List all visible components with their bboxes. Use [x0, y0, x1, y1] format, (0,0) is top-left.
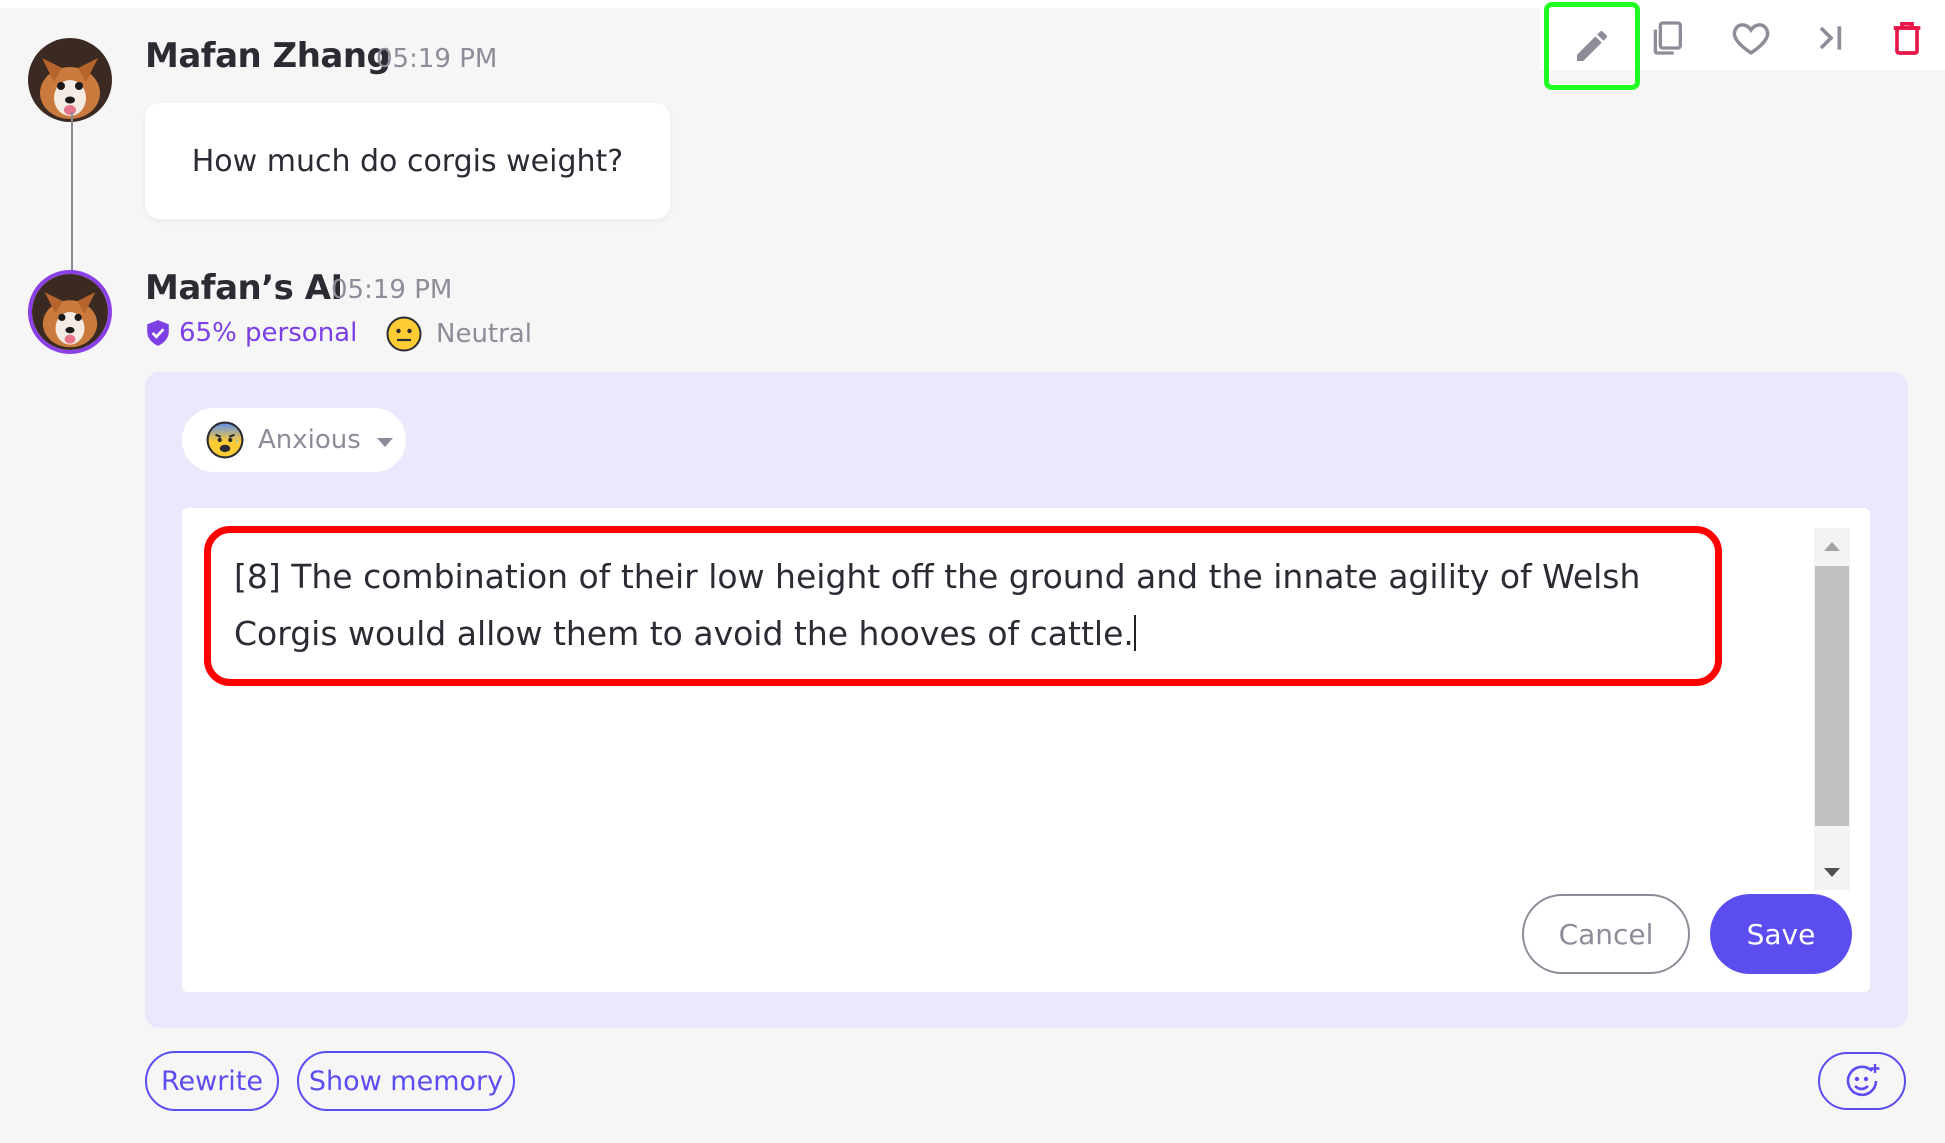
personal-badge-label: 65% personal — [179, 318, 358, 348]
rewrite-button[interactable]: Rewrite — [145, 1051, 279, 1111]
heart-icon — [1732, 23, 1770, 55]
trash-icon — [1893, 22, 1921, 55]
mood-label: Neutral — [436, 319, 532, 349]
delete-button[interactable] — [1872, 6, 1942, 70]
ai-name: Mafan’s AI — [145, 268, 343, 308]
emotion-dropdown[interactable]: Anxious — [182, 408, 406, 472]
corgi-avatar-image — [28, 38, 112, 122]
text-cursor — [1133, 615, 1136, 651]
scroll-up-arrow-icon[interactable] — [1824, 542, 1840, 551]
skip-button[interactable] — [1796, 6, 1866, 70]
skip-to-end-icon — [1819, 26, 1842, 50]
cancel-button[interactable]: Cancel — [1522, 894, 1690, 974]
mood-indicator: Neutral — [386, 316, 532, 352]
save-button[interactable]: Save — [1710, 894, 1852, 974]
editor-text: [8] The combination of their low height … — [234, 557, 1641, 653]
thread-connector — [71, 112, 73, 272]
edit-button[interactable] — [1544, 2, 1640, 90]
ai-avatar[interactable] — [28, 270, 112, 354]
copy-button[interactable] — [1632, 6, 1702, 70]
shield-check-icon — [147, 320, 169, 346]
user-name: Mafan Zhang — [145, 36, 391, 76]
emotion-dropdown-label: Anxious — [258, 425, 361, 455]
scrollbar-thumb[interactable] — [1815, 566, 1849, 826]
ai-message-time: 05:19 PM — [331, 275, 453, 305]
personal-badge[interactable]: 65% personal — [145, 318, 357, 348]
neutral-face-icon — [386, 316, 422, 352]
user-message-text: How much do corgis weight? — [191, 143, 624, 179]
chevron-down-icon — [376, 437, 393, 447]
add-reaction-button[interactable] — [1818, 1052, 1906, 1110]
message-toolbar — [1540, 2, 1945, 90]
anxious-face-icon — [206, 421, 244, 459]
copy-icon — [1653, 21, 1682, 55]
show-memory-button[interactable]: Show memory — [297, 1051, 515, 1111]
corgi-avatar-image — [32, 274, 108, 350]
user-avatar[interactable] — [28, 38, 112, 122]
add-emoji-icon — [1846, 1064, 1880, 1097]
message-editor-textarea[interactable]: [8] The combination of their low height … — [234, 548, 1704, 662]
user-message-time: 05:19 PM — [376, 44, 498, 74]
pencil-icon — [1577, 30, 1608, 61]
like-button[interactable] — [1716, 6, 1786, 70]
user-message-bubble: How much do corgis weight? — [145, 103, 670, 219]
scroll-down-arrow-icon[interactable] — [1824, 868, 1840, 877]
